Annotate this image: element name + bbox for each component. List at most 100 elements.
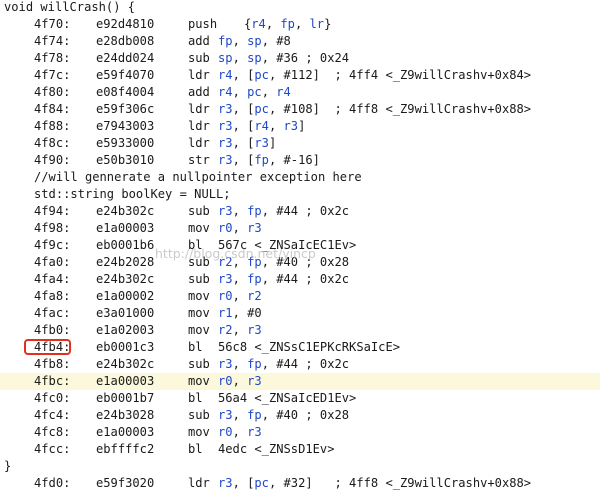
operand-text: , [ (232, 136, 255, 150)
operands: r3, fp, #44 ; 0x2c (218, 356, 349, 373)
machine-code: e24b302c (96, 204, 155, 218)
instruction-row[interactable]: 4fd0: e59f3020 ldr r3, [pc, #32] ; 4ff8 <_Z… (0, 475, 600, 492)
operand-text: , [ (232, 102, 255, 116)
operands: r0, r3 (218, 220, 262, 237)
mnemonic: sub (188, 51, 210, 65)
machine-code: eb0001c3 (96, 340, 155, 354)
instruction-row[interactable]: 4f94: e24b302c sub r3, fp, #44 ; 0x2c (0, 203, 600, 220)
mnemonic: mov (188, 221, 210, 235)
instruction-row[interactable]: 4f78: e24dd024 sub sp, sp, #36 ; 0x24 (0, 50, 600, 67)
operand-text: 56c8 <_ZNSsC1EPKcRKSaIcE> (218, 340, 401, 354)
instruction-row[interactable]: 4fb8: e24b302c sub r3, fp, #44 ; 0x2c (0, 356, 600, 373)
operand-text: , (268, 119, 284, 133)
register-token: r3 (247, 323, 262, 337)
instruction-row[interactable]: 4fa8: e1a00002 mov r0, r2 (0, 288, 600, 305)
mnemonic: ldr (188, 119, 210, 133)
register-token: r4 (276, 85, 291, 99)
mnemonic: ldr (188, 476, 210, 490)
source-code: } (4, 459, 12, 473)
operands: 4edc <_ZNSsD1Ev> (218, 441, 335, 458)
instruction-row[interactable]: 4f7c: e59f4070 ldr r4, [pc, #112] ; 4ff4 <_… (0, 67, 600, 84)
instruction-address: 4f78: (34, 51, 71, 65)
register-token: sp (247, 34, 262, 48)
machine-code: e24b302c (96, 272, 155, 286)
operand-text: , (232, 289, 248, 303)
source-line[interactable]: } (0, 458, 600, 475)
register-token: r3 (247, 425, 262, 439)
register-token: r3 (247, 221, 262, 235)
machine-code: e24dd024 (96, 51, 155, 65)
operand-text: , (232, 408, 248, 422)
instruction-address: 4fcc: (34, 442, 71, 456)
register-token: r3 (218, 357, 233, 371)
register-token: sp (218, 51, 233, 65)
mnemonic: mov (188, 425, 210, 439)
operand-text: , (232, 357, 248, 371)
operands: 56a4 <_ZNSaIcED1Ev> (218, 390, 356, 407)
instruction-row[interactable]: 4f80: e08f4004 add r4, pc, r4 (0, 84, 600, 101)
register-token: fp (247, 408, 262, 422)
instruction-row[interactable]: 4f8c: e5933000 ldr r3, [r3] (0, 135, 600, 152)
register-token: r4 (251, 17, 266, 31)
register-token: pc (247, 85, 262, 99)
instruction-row[interactable]: 4f98: e1a00003 mov r0, r3 (0, 220, 600, 237)
register-token: r3 (283, 119, 299, 133)
mnemonic: bl (188, 340, 203, 354)
register-token: r0 (218, 425, 233, 439)
operands: r3, [pc, #32] ; 4ff8 <_Z9willCrashv+0x88… (218, 475, 531, 492)
instruction-row[interactable]: 4fa4: e24b302c sub r3, fp, #44 ; 0x2c (0, 271, 600, 288)
instruction-row[interactable]: 4f90: e50b3010 str r3, [fp, #-16] (0, 152, 600, 169)
operand-text: , (232, 221, 248, 235)
operand-text: 4edc <_ZNSsD1Ev> (218, 442, 335, 456)
machine-code: eb0001b7 (96, 391, 155, 405)
instruction-address: 4fc8: (34, 425, 71, 439)
instruction-address: 4fb8: (34, 357, 71, 371)
instruction-row[interactable]: 4f74: e28db008 add fp, sp, #8 (0, 33, 600, 50)
register-token: r3 (218, 102, 233, 116)
operand-text: ] (268, 136, 277, 150)
register-token: r4 (218, 68, 233, 82)
operands: r4, pc, r4 (218, 84, 291, 101)
instruction-row[interactable]: 4fc4: e24b3028 sub r3, fp, #40 ; 0x28 (0, 407, 600, 424)
register-token: lr (309, 17, 325, 31)
register-token: sp (247, 51, 262, 65)
instruction-row[interactable]: 4fb4: eb0001c3 bl 56c8 <_ZNSsC1EPKcRKSaIcE> (0, 339, 600, 356)
instruction-address: 4f7c: (34, 68, 71, 82)
instruction-row[interactable]: 4f88: e7943003 ldr r3, [r4, r3] (0, 118, 600, 135)
instruction-row[interactable]: 4f70: e92d4810 push {r4, fp, lr} (0, 16, 600, 33)
operand-text: , (232, 51, 248, 65)
operand-text: , #-16] (268, 153, 320, 167)
instruction-row[interactable]: 4fb0: e1a02003 mov r2, r3 (0, 322, 600, 339)
operands: r3, [fp, #-16] (218, 152, 320, 169)
machine-code: eb0001b6 (96, 238, 155, 252)
operand-text: , #36 ; 0x24 (261, 51, 350, 65)
operand-text: , #0 (232, 306, 262, 320)
register-token: r0 (218, 374, 233, 388)
operand-text: , [ (232, 153, 255, 167)
mnemonic: add (188, 85, 210, 99)
instruction-row[interactable]: 4fc8: e1a00003 mov r0, r3 (0, 424, 600, 441)
machine-code: e1a00003 (96, 374, 155, 388)
register-token: r3 (218, 204, 233, 218)
operand-text: , #8 (261, 34, 291, 48)
operands: r0, r2 (218, 288, 262, 305)
source-code: std::string boolKey = NULL; (34, 187, 231, 201)
instruction-row[interactable]: 4f84: e59f306c ldr r3, [pc, #108] ; 4ff8 <_… (0, 101, 600, 118)
register-token: pc (254, 102, 269, 116)
source-line[interactable]: std::string boolKey = NULL; (0, 186, 600, 203)
source-line[interactable]: void willCrash() { (0, 0, 600, 16)
operand-text: , #44 ; 0x2c (261, 204, 350, 218)
instruction-row[interactable]: 4fc0: eb0001b7 bl 56a4 <_ZNSaIcED1Ev> (0, 390, 600, 407)
instruction-address: 4f84: (34, 102, 71, 116)
instruction-row[interactable]: 4fbc: e1a00003 mov r0, r3 (0, 373, 600, 390)
machine-code: e59f306c (96, 102, 155, 116)
instruction-address: 4fbc: (34, 374, 71, 388)
instruction-row[interactable]: 4fcc: ebffffc2 bl 4edc <_ZNSsD1Ev> (0, 441, 600, 458)
mnemonic: mov (188, 323, 210, 337)
source-comment: //will gennerate a nullpointer exception… (34, 170, 362, 184)
instruction-row[interactable]: 4fac: e3a01000 mov r1, #0 (0, 305, 600, 322)
source-comment-line[interactable]: //will gennerate a nullpointer exception… (0, 169, 600, 186)
operand-text: , (232, 85, 248, 99)
mnemonic: bl (188, 442, 203, 456)
operand-text: , (232, 34, 248, 48)
